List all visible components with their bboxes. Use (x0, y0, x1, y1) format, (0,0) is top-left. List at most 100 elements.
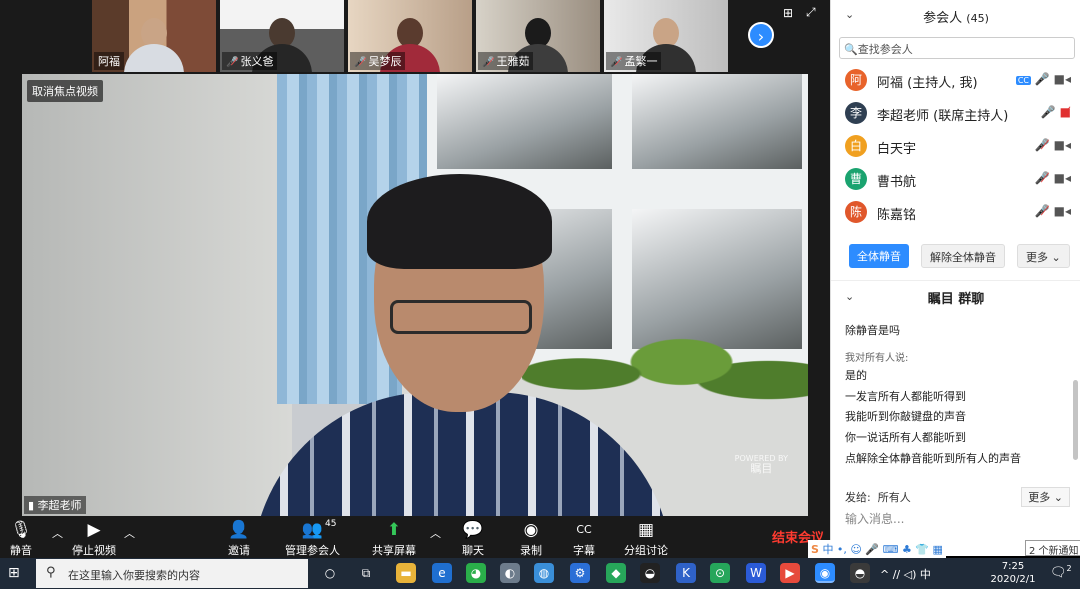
video-thumbnail[interactable]: 🎤̸ 孟繁一 (604, 0, 728, 72)
chat-title: 瞩目 群聊 (927, 292, 985, 307)
video-off-icon[interactable]: ■̸ (1060, 105, 1071, 119)
video-camera-icon[interactable]: ■◂ (1054, 171, 1071, 185)
share-screen-icon: ⬆ (386, 520, 402, 540)
thumbnail-name: 阿福 (94, 52, 124, 70)
invite-button[interactable]: 👤 邀请 (228, 520, 250, 558)
mic-muted-icon: 🎤̸ (482, 57, 495, 68)
fullscreen-icon[interactable]: ⤢ (806, 5, 816, 20)
microphone-icon[interactable]: 🎤 (1035, 72, 1050, 86)
participant-row[interactable]: 阿 阿福 (主持人, 我) CC 🎤 ■◂ (831, 66, 1080, 96)
chat-message: 除静音是吗 (845, 324, 900, 337)
participants-header: ⌄ 参会人 (45) (831, 0, 1080, 32)
record-icon: ◉ (523, 520, 539, 540)
windows-taskbar: ⊞ ⚲ 在这里输入你要搜索的内容 ○ ⧉ ▬ e ◕ ◐ ◍ ⚙ ◆ ◒ K ⊙… (0, 558, 1080, 589)
chat-message: 点解除全体静音能听到所有人的声音 (845, 452, 1021, 465)
chat-scrollbar[interactable] (1073, 380, 1078, 460)
breakout-rooms-button[interactable]: ▦ 分组讨论 (624, 520, 668, 558)
participant-row[interactable]: 陈 陈嘉铭 🎤̸ ■◂ (831, 198, 1080, 228)
share-screen-button[interactable]: ⬆ 共享屏幕 (372, 520, 416, 558)
ime-toolbar[interactable]: S 中 •, ☺ 🎤 ⌨ ♣ 👕 ▦ (808, 540, 946, 558)
chat-message: 你一说话所有人都能听到 (845, 431, 966, 444)
mic-muted-icon[interactable]: 🎤̸ (1035, 204, 1050, 218)
meeting-toolbar: 🎙 静音 ︿ ▶ 停止视频 ︿ 👤 邀请 👥 管理参会人 45 ⬆ 共享屏幕 ︿… (0, 517, 830, 558)
participant-count-badge: 45 (325, 519, 337, 529)
record-button[interactable]: ◉ 录制 (520, 520, 542, 558)
search-icon: 🔍 (844, 43, 858, 56)
unmute-all-button[interactable]: 解除全体静音 (921, 244, 1005, 268)
qq-icon[interactable]: ◒ (640, 563, 660, 583)
chat-message-input[interactable]: 输入消息... (845, 510, 904, 527)
app-icon[interactable]: ⚙ (570, 563, 590, 583)
stop-video-button[interactable]: ▶ 停止视频 (72, 520, 116, 558)
add-user-icon: 👤 (228, 520, 250, 540)
thumbnail-name: 🎤̸ 王雅茹 (478, 52, 534, 70)
participant-row[interactable]: 白 白天宇 🎤̸ ■◂ (831, 132, 1080, 162)
app-icon[interactable]: ◆ (606, 563, 626, 583)
cortana-icon[interactable]: ○ (320, 563, 340, 583)
participant-row[interactable]: 李 李超老师 (联席主持人) 🎤 ■̸ (831, 99, 1080, 129)
file-explorer-icon[interactable]: ▬ (396, 563, 416, 583)
participant-name: 白天宇 (877, 142, 917, 157)
mute-all-button[interactable]: 全体静音 (849, 244, 909, 268)
wechat-icon[interactable]: ◕ (466, 563, 486, 583)
app-icon[interactable]: ⊙ (710, 563, 730, 583)
share-options-caret[interactable]: ︿ (430, 525, 441, 541)
chat-message: 我能听到你敲键盘的声音 (845, 410, 966, 423)
active-speaker-video: 取消焦点视频 ▮ 李超老师 POWERED BY 瞩目 (22, 74, 808, 516)
mic-muted-icon[interactable]: 🎤̸ (1035, 171, 1050, 185)
video-thumbnail[interactable]: 阿福 (92, 0, 216, 72)
avatar: 曹 (845, 168, 867, 190)
more-options-button[interactable]: 更多 ⌄ (1017, 244, 1070, 268)
video-thumbnail[interactable]: 🎤̸ 王雅茹 (476, 0, 600, 72)
next-page-button[interactable]: › (748, 22, 774, 48)
video-options-caret[interactable]: ︿ (124, 525, 135, 541)
video-camera-icon[interactable]: ■◂ (1054, 204, 1071, 218)
participant-search-input[interactable]: 🔍查找参会人 (839, 37, 1075, 59)
avatar: 白 (845, 135, 867, 157)
mic-muted-icon[interactable]: 🎤̸ (1035, 138, 1050, 152)
mic-muted-icon: 🎤̸ (226, 57, 239, 68)
video-camera-icon: ▶ (87, 520, 101, 540)
video-camera-icon[interactable]: ■◂ (1054, 72, 1071, 86)
video-camera-icon[interactable]: ■◂ (1054, 138, 1071, 152)
zhumu-meeting-icon[interactable]: ◉ (815, 563, 835, 583)
video-thumbnail[interactable]: 🎤̸ 张义爸 (220, 0, 344, 72)
media-player-icon[interactable]: ▶ (780, 563, 800, 583)
word-icon[interactable]: W (746, 563, 766, 583)
task-view-icon[interactable]: ⧉ (356, 563, 376, 583)
gallery-view-icon[interactable]: ⊞ (783, 6, 793, 20)
mute-button[interactable]: 🎙 静音 (10, 520, 32, 558)
chat-button[interactable]: 💬 聊天 (462, 520, 484, 558)
chat-sender-label: 我对所有人说: (845, 353, 909, 364)
send-to-more-button[interactable]: 更多 ⌄ (1021, 487, 1070, 507)
chat-bubble-icon: 💬 (462, 520, 484, 540)
audio-options-caret[interactable]: ︿ (52, 525, 63, 541)
avatar: 阿 (845, 69, 867, 91)
unfocus-video-button[interactable]: 取消焦点视频 (27, 80, 103, 102)
send-to-recipient[interactable]: 所有人 (878, 491, 911, 504)
video-thumbnail[interactable]: 🎤̸ 吴梦辰 (348, 0, 472, 72)
taskbar-clock[interactable]: 7:25 2020/2/1 (985, 560, 1041, 586)
app-icon[interactable]: K (676, 563, 696, 583)
desktop: 阿福 🎤̸ 张义爸 🎤̸ 吴梦辰 🎤̸ 王雅茹 🎤̸ 孟繁一 › ⊞ ⤢ 取消焦… (0, 0, 1080, 589)
system-tray[interactable]: ^ ∕∕ ◁) 中 (880, 566, 931, 582)
participant-name: 李超老师 (联席主持人) (877, 109, 1009, 124)
participant-row[interactable]: 曹 曹书航 🎤̸ ■◂ (831, 165, 1080, 195)
mic-muted-icon: 🎤̸ (610, 57, 623, 68)
thumbnail-name: 🎤̸ 孟繁一 (606, 52, 662, 70)
captions-button[interactable]: CC 字幕 (573, 520, 595, 558)
action-center-icon[interactable]: 🗨2 (1050, 564, 1072, 580)
participants-title: 参会人 (45) (923, 11, 989, 26)
app-icon[interactable]: ◓ (850, 563, 870, 583)
edge-browser-icon[interactable]: e (432, 563, 452, 583)
avatar: 李 (845, 102, 867, 124)
microphone-icon[interactable]: 🎤 (1041, 105, 1056, 119)
windows-start-icon[interactable]: ⊞ (8, 565, 20, 581)
notification-tooltip[interactable]: 2 个新通知 (1025, 540, 1080, 557)
taskbar-search-box[interactable]: ⚲ 在这里输入你要搜索的内容 (36, 559, 308, 588)
app-icon[interactable]: ◐ (500, 563, 520, 583)
search-icon: ⚲ (46, 565, 56, 580)
mic-muted-icon: 🎤̸ (354, 57, 367, 68)
side-panel: ⌄ 参会人 (45) 🔍查找参会人 阿 阿福 (主持人, 我) CC 🎤 ■◂ … (830, 0, 1080, 556)
app-icon[interactable]: ◍ (534, 563, 554, 583)
